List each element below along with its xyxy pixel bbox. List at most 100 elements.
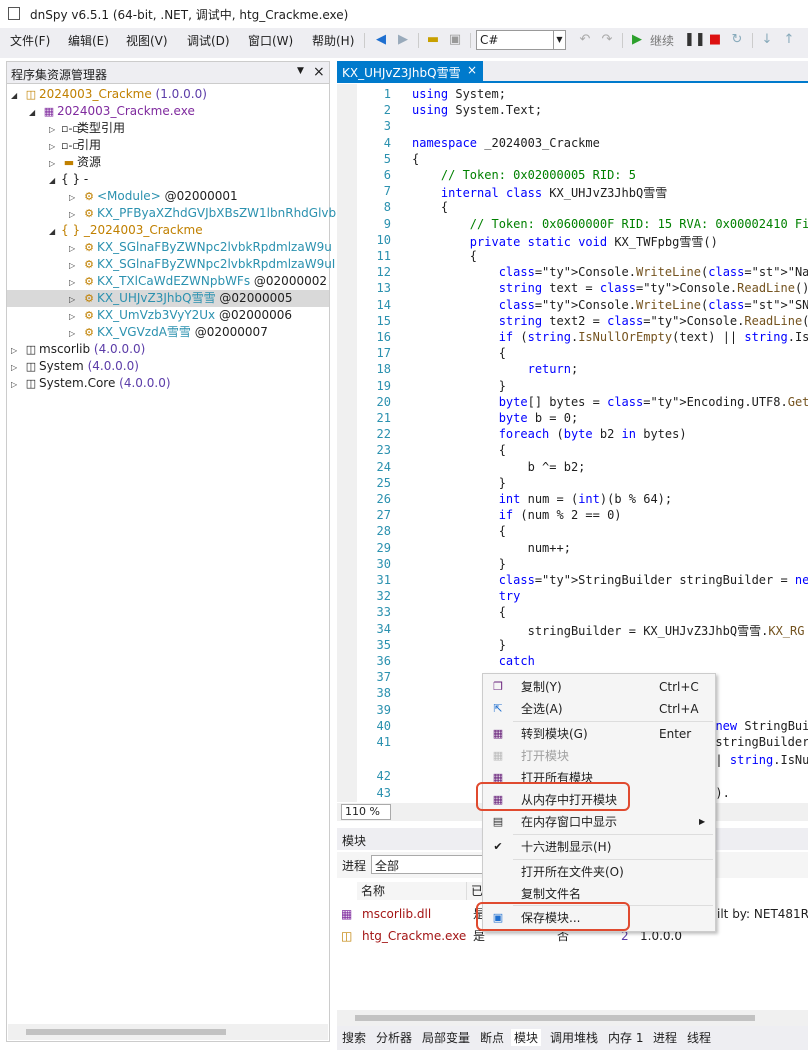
tree-node-class[interactable]: ▷ ⚙ <Module> @02000001 — [69, 188, 238, 205]
close-icon[interactable]: × — [313, 64, 325, 80]
tree-node-assembly[interactable]: ▷ ◫ mscorlib (4.0.0.0) — [11, 341, 145, 358]
code-line[interactable]: class="ty">Console.WriteLine(class="st">… — [412, 298, 808, 312]
code-line[interactable]: internal class KX_UHJvZ3JhbQ雪雪 — [412, 184, 667, 201]
collapsed-arrow-icon[interactable]: ▷ — [69, 274, 81, 291]
code-line[interactable]: private static void KX_TWFpbg雪雪() — [412, 233, 718, 250]
tree-node-class[interactable]: ▷ ⚙ KX_TXlCaWdEZWNpbWFs @02000002 — [69, 273, 327, 290]
menu-item-show-in-memory[interactable]: ▤ 在内存窗口中显示 ▶ — [483, 811, 715, 833]
menu-item-open-module[interactable]: ▦ 打开模块 — [483, 745, 715, 767]
tab-call-stack[interactable]: 调用堆栈 — [550, 1029, 598, 1046]
code-line[interactable]: num++; — [412, 541, 571, 555]
menu-item-open-containing-folder[interactable]: 打开所在文件夹(O) — [483, 861, 715, 883]
collapsed-arrow-icon[interactable]: ▷ — [69, 291, 81, 308]
collapsed-arrow-icon[interactable]: ▷ — [69, 308, 81, 325]
collapsed-arrow-icon[interactable]: ▷ — [69, 206, 81, 223]
collapsed-arrow-icon[interactable]: ▷ — [11, 342, 23, 359]
collapsed-arrow-icon[interactable]: ▷ — [69, 257, 81, 274]
scroll-thumb[interactable] — [355, 1015, 755, 1021]
code-line[interactable]: } — [412, 557, 506, 571]
code-line[interactable]: { — [412, 346, 506, 360]
tab-analyzer[interactable]: 分析器 — [376, 1029, 412, 1046]
menu-item-copy[interactable]: ❐ 复制(Y) Ctrl+C — [483, 676, 715, 698]
menu-file[interactable]: 文件(F) — [10, 32, 50, 49]
code-line[interactable]: class="ty">Console.WriteLine(class="st">… — [412, 265, 808, 279]
tree-node-class[interactable]: ▷ ⚙ KX_PFByaXZhdGVJbXBsZW1lbnRhdGlvbkR — [69, 205, 351, 222]
tab-modules[interactable]: 模块 — [511, 1029, 542, 1046]
collapsed-arrow-icon[interactable]: ▷ — [49, 155, 61, 172]
stop-icon[interactable]: ■ — [706, 31, 724, 49]
menu-view[interactable]: 视图(V) — [126, 32, 168, 49]
tree-node-class[interactable]: ▷ ⚙ KX_SGlnaFByZWNpc2lvbkRpdmlzaW9uI — [69, 256, 335, 273]
zoom-select[interactable]: 110 % — [341, 804, 391, 820]
open-folder-icon[interactable]: ▬ — [424, 31, 442, 49]
code-line[interactable]: { — [412, 152, 419, 166]
redo-icon[interactable]: ↷ — [598, 31, 616, 49]
code-line[interactable]: } — [412, 379, 506, 393]
code-line[interactable]: byte[] bytes = class="ty">Encoding.UTF8.… — [412, 395, 808, 409]
tab-breakpoints[interactable]: 断点 — [480, 1029, 504, 1046]
tree-node-references[interactable]: ▷ ▫-▫引用 — [49, 137, 101, 154]
menu-debug[interactable]: 调试(D) — [187, 32, 230, 49]
collapsed-arrow-icon[interactable]: ▷ — [11, 359, 23, 376]
continue-label[interactable]: 继续 — [650, 32, 674, 49]
code-line[interactable]: catch — [412, 654, 535, 668]
collapsed-arrow-icon[interactable]: ▷ — [49, 138, 61, 155]
chevron-down-icon[interactable]: ▼ — [553, 31, 565, 49]
menu-edit[interactable]: 编辑(E) — [68, 32, 109, 49]
step-into-icon[interactable]: ↓ — [758, 31, 776, 49]
tree-node-module[interactable]: ◢ ▦ 2024003_Crackme.exe — [29, 103, 195, 120]
code-line[interactable]: byte b = 0; — [412, 411, 578, 425]
horizontal-scrollbar[interactable] — [8, 1024, 328, 1040]
menu-window[interactable]: 窗口(W) — [248, 32, 293, 49]
tree-node-namespace[interactable]: ◢{ } _2024003_Crackme — [49, 222, 203, 239]
code-line[interactable]: { — [412, 605, 506, 619]
close-icon[interactable]: × — [467, 63, 477, 77]
tree-node-type-refs[interactable]: ▷ ▫-▫类型引用 — [49, 120, 125, 137]
expanded-arrow-icon[interactable]: ◢ — [29, 104, 41, 121]
expanded-arrow-icon[interactable]: ◢ — [49, 172, 61, 189]
code-line[interactable]: using System; — [412, 87, 506, 101]
code-line[interactable]: string text2 = class="ty">Console.ReadLi… — [412, 314, 808, 328]
expanded-arrow-icon[interactable]: ◢ — [49, 223, 61, 240]
language-select[interactable]: C# ▼ — [476, 30, 566, 50]
tab-processes[interactable]: 进程 — [653, 1029, 677, 1046]
tree-node-class[interactable]: ▷ ⚙ KX_VGVzdA雪雪 @02000007 — [69, 324, 268, 341]
code-line[interactable]: { — [412, 200, 448, 214]
code-line[interactable]: // Token: 0x02000005 RID: 5 — [412, 168, 636, 182]
code-line[interactable]: { — [412, 524, 506, 538]
code-line[interactable]: namespace _2024003_Crackme — [412, 136, 600, 150]
code-line[interactable]: { — [412, 443, 506, 457]
code-line[interactable]: } — [412, 476, 506, 490]
forward-icon[interactable]: ▶ — [394, 31, 412, 49]
tree-node-class[interactable]: ▷ ⚙ KX_SGlnaFByZWNpc2lvbkRpdmlzaW9u — [69, 239, 332, 256]
code-line[interactable]: return; — [412, 362, 579, 376]
code-line[interactable]: } — [412, 638, 506, 652]
tab-code[interactable]: KX_UHJvZ3JhbQ雪雪 × — [337, 61, 483, 83]
tab-threads[interactable]: 线程 — [687, 1029, 711, 1046]
collapsed-arrow-icon[interactable]: ▷ — [69, 189, 81, 206]
tree-node-assembly[interactable]: ▷ ◫ System.Core (4.0.0.0) — [11, 375, 171, 392]
save-all-icon[interactable]: ▣ — [446, 31, 464, 49]
chevron-down-icon[interactable]: ▼ — [297, 66, 304, 76]
code-line[interactable]: b ^= b2; — [412, 460, 586, 474]
code-line[interactable]: try — [412, 589, 521, 603]
collapsed-arrow-icon[interactable]: ▷ — [69, 240, 81, 257]
tree-node-resources[interactable]: ▷ ▬ 资源 — [49, 154, 101, 171]
code-line[interactable]: foreach (byte b2 in bytes) — [412, 427, 687, 441]
scroll-thumb[interactable] — [26, 1029, 226, 1035]
column-header-name[interactable]: 名称 — [357, 882, 467, 900]
restart-icon[interactable]: ↻ — [728, 31, 746, 49]
step-out-icon[interactable]: ↑ — [780, 31, 798, 49]
tab-memory-1[interactable]: 内存 1 — [608, 1029, 643, 1046]
code-line[interactable]: string text = class="ty">Console.ReadLin… — [412, 281, 808, 295]
breakpoint-margin[interactable] — [337, 84, 357, 802]
collapsed-arrow-icon[interactable]: ▷ — [69, 325, 81, 342]
tree-node-namespace-empty[interactable]: ◢{ } - — [49, 171, 88, 188]
horizontal-scrollbar[interactable] — [337, 1010, 808, 1026]
menu-help[interactable]: 帮助(H) — [312, 32, 354, 49]
collapsed-arrow-icon[interactable]: ▷ — [49, 121, 61, 138]
pause-icon[interactable]: ❚❚ — [684, 31, 706, 49]
code-line[interactable]: { — [412, 249, 477, 263]
collapsed-arrow-icon[interactable]: ▷ — [11, 376, 23, 393]
tree-node-assembly[interactable]: ▷ ◫ System (4.0.0.0) — [11, 358, 139, 375]
